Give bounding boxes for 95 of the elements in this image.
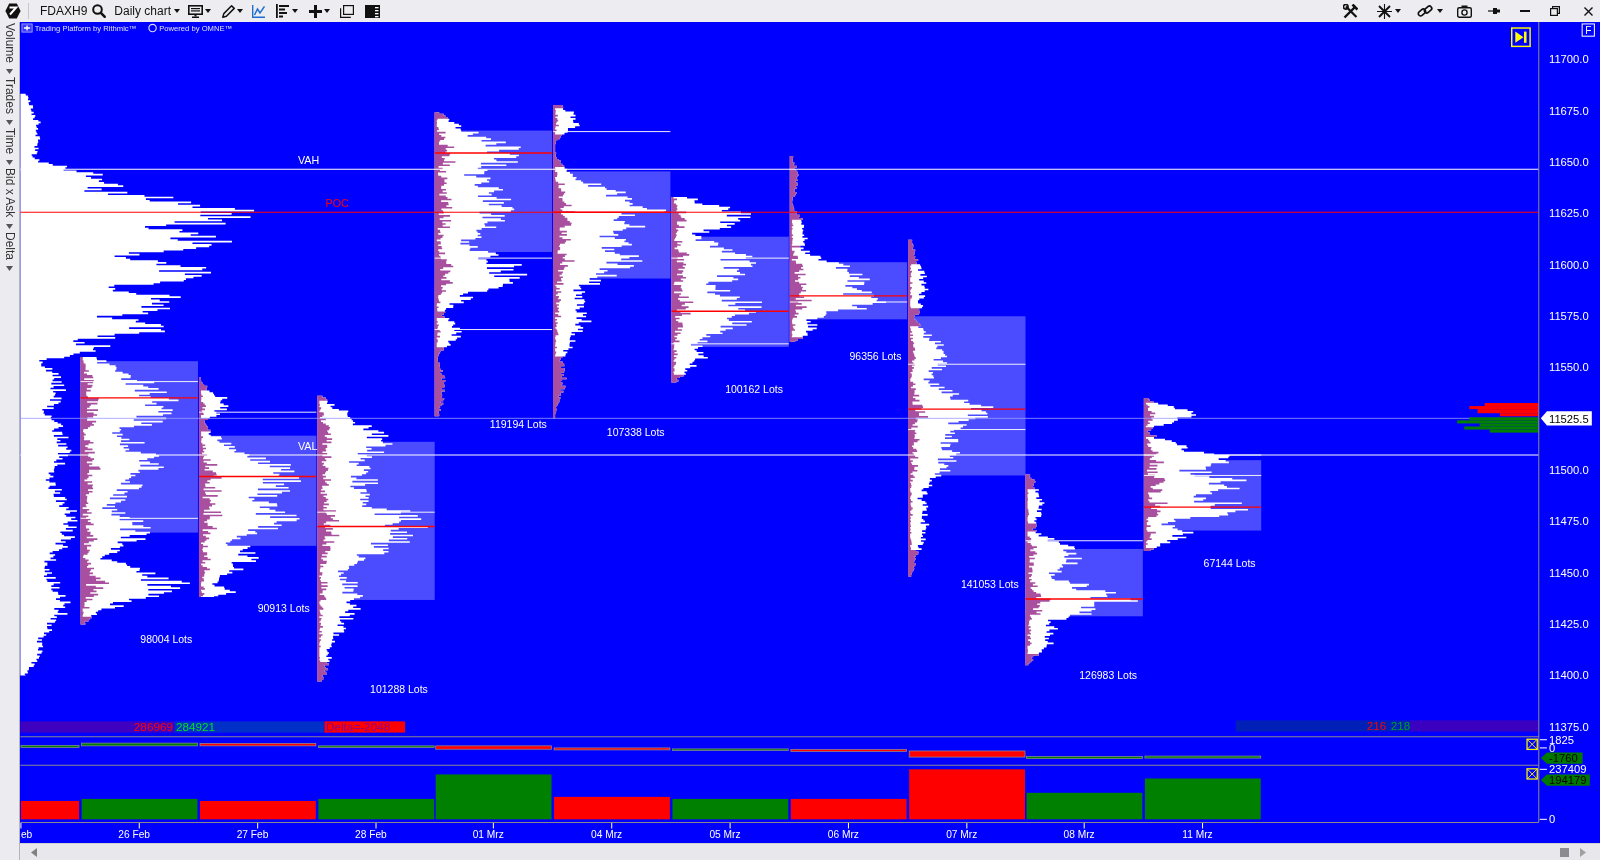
price-tick-label: 11450.0 (1549, 566, 1589, 579)
link-menu-button[interactable] (1417, 2, 1443, 20)
lots-label: 141053 Lots (960, 578, 1019, 591)
close-icon[interactable] (1584, 6, 1593, 16)
crosshair-icon (1377, 3, 1392, 19)
logo-icon (5, 3, 21, 19)
price-tick-label: 11575.0 (1549, 309, 1589, 322)
pencil-icon (222, 4, 236, 18)
last-price-tag: 11525.5 (1540, 411, 1592, 426)
cursor-menu-button[interactable] (1377, 2, 1401, 20)
plus-icon (309, 4, 323, 18)
date-label: 05 Mrz (709, 829, 741, 841)
lots-label: 107338 Lots (606, 426, 665, 439)
level-label: POC (325, 197, 349, 210)
ring-icon (148, 23, 157, 33)
caret-icon (6, 160, 13, 166)
price-tick-label: 11375.0 (1549, 720, 1589, 733)
side-tab[interactable]: Trades (2, 77, 17, 125)
delta-total: Delta=-2048 (324, 719, 406, 733)
lots-label: 119194 Lots (489, 418, 547, 431)
caret-icon (6, 265, 13, 271)
scrollbar-thumb[interactable] (1560, 847, 1569, 857)
lots-label: 67144 Lots (1203, 556, 1256, 569)
caret-icon (1395, 9, 1401, 13)
chart-type-dropdown[interactable]: Daily chart (114, 2, 181, 20)
caret-icon (6, 119, 13, 125)
caret-icon (324, 9, 331, 13)
current-volume-tag: 194179 (1540, 774, 1590, 787)
left-arrow-icon[interactable] (31, 847, 37, 857)
price-tick-label: 11425.0 (1549, 617, 1589, 630)
restore-icon[interactable] (1550, 6, 1560, 16)
skip-to-end-icon[interactable] (1511, 27, 1531, 48)
axis-tick-label: 237409 (1549, 763, 1587, 776)
price-tick-label: 11600.0 (1549, 258, 1589, 271)
lots-label: 126983 Lots (1079, 669, 1138, 682)
date-label: 11 Mrz (1182, 829, 1213, 841)
panel-icon[interactable] (365, 4, 381, 18)
price-tick-label: 11400.0 (1549, 669, 1589, 682)
axis-button[interactable]: F (1581, 23, 1595, 37)
current-delta-tag: -1760 (1540, 752, 1583, 765)
price-tick-label: 11700.0 (1549, 53, 1589, 66)
pin-icon[interactable] (1488, 7, 1500, 15)
date-label: 28 Feb (355, 829, 387, 841)
search-icon (92, 4, 107, 18)
line-chart-icon[interactable] (252, 4, 266, 18)
axis-tick-label: 0 (1549, 813, 1556, 826)
side-tab[interactable]: Volume (2, 23, 17, 75)
price-tick-label: 11550.0 (1549, 361, 1589, 374)
expand-icon[interactable] (21, 23, 33, 33)
live-sell-total: 216 (1235, 718, 1389, 732)
price-tick-label: 11500.0 (1549, 463, 1589, 476)
caret-icon (237, 9, 244, 13)
date-label: 06 Mrz (827, 829, 859, 841)
indicators-button[interactable] (276, 2, 299, 20)
sell-volume-total: 286969 (20, 719, 175, 733)
date-label: 26 Feb (118, 829, 151, 841)
side-tab[interactable]: Time (2, 127, 17, 166)
caret-icon (6, 69, 13, 75)
lots-label: 98004 Lots (140, 633, 193, 646)
window-icon[interactable] (340, 4, 355, 18)
price-tick-label: 11625.0 (1549, 207, 1589, 220)
drawing-tools-button[interactable] (222, 2, 244, 20)
monitor-icon (188, 4, 204, 18)
caret-icon (174, 9, 181, 13)
caret-icon (6, 223, 13, 229)
date-label: 04 Mrz (591, 829, 623, 841)
lots-label: 90913 Lots (257, 601, 310, 614)
lots-label: 100162 Lots (725, 383, 783, 396)
display-menu-button[interactable] (188, 2, 212, 20)
tools-icon[interactable] (1343, 3, 1358, 19)
level-label: VAH (297, 154, 320, 167)
symbol-button[interactable]: FDAXH9 (40, 2, 107, 20)
live-buy-total: 218 (1388, 718, 1539, 732)
date-label: eb (20, 829, 33, 841)
add-button[interactable] (309, 2, 331, 20)
caret-icon (1437, 9, 1443, 13)
date-label: 07 Mrz (946, 829, 978, 841)
caret-icon (292, 9, 299, 13)
price-tick-label: 11650.0 (1549, 155, 1589, 168)
buy-volume-total: 284921 (174, 719, 325, 733)
level-label: VAL (297, 439, 318, 452)
lots-label: 101288 Lots (370, 683, 428, 696)
price-tick-label: 11475.0 (1549, 515, 1589, 528)
horizontal-scrollbar[interactable] (20, 843, 1600, 860)
date-label: 01 Mrz (472, 829, 504, 841)
bar-list-icon (276, 4, 291, 18)
price-tick-label: 11675.0 (1549, 104, 1589, 117)
caret-icon (205, 9, 212, 13)
date-label: 27 Feb (236, 829, 269, 841)
side-tab[interactable]: Delta (2, 231, 17, 271)
camera-icon[interactable] (1457, 4, 1472, 18)
link-icon (1417, 4, 1433, 18)
lots-label: 96356 Lots (849, 349, 902, 362)
date-label: 08 Mrz (1063, 829, 1095, 841)
side-tab[interactable]: Bid x Ask (2, 168, 17, 229)
